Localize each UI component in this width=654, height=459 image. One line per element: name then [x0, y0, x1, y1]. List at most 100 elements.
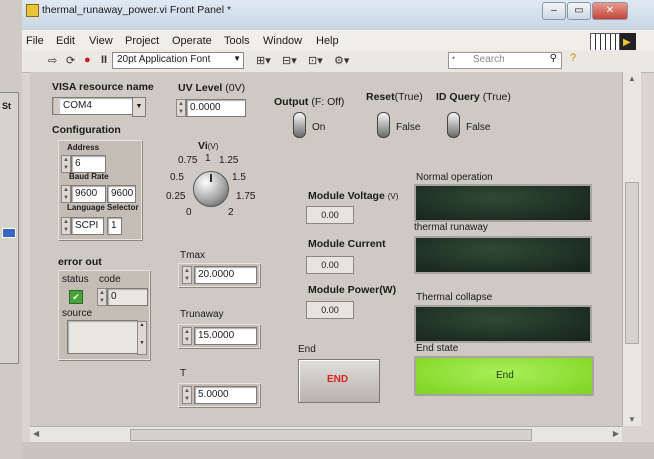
- knob-tick-05: 0.5: [170, 172, 184, 183]
- menu-edit[interactable]: Edit: [56, 35, 75, 47]
- scroll-up-icon[interactable]: ▲: [628, 74, 636, 83]
- tmax-spinner[interactable]: ▲ ▼: [182, 266, 192, 284]
- end-button-label: End: [298, 344, 316, 355]
- code-spinner: ▲ ▼: [97, 288, 107, 306]
- end-state-led: End: [414, 356, 594, 396]
- module-current-label: Module Current: [308, 238, 386, 250]
- close-button[interactable]: ✕: [592, 2, 628, 20]
- visa-resource-field[interactable]: COM4: [52, 97, 137, 115]
- visa-dropdown-button[interactable]: ▼: [132, 97, 146, 117]
- horizontal-scroll-thumb[interactable]: [130, 429, 532, 441]
- t-control: ▲ ▼ 5.0000: [178, 383, 260, 407]
- horizontal-scrollbar[interactable]: ◀ ▶: [30, 426, 622, 443]
- chevron-down-icon: ▼: [233, 54, 241, 63]
- search-bullet: •: [452, 53, 456, 63]
- source-scrollbar[interactable]: ▲ ▼: [137, 321, 147, 355]
- t-field[interactable]: 5.0000: [194, 386, 257, 404]
- scroll-left-icon[interactable]: ◀: [33, 429, 39, 438]
- search-input[interactable]: • Search ⚲: [448, 52, 562, 69]
- trunaway-spinner[interactable]: ▲ ▼: [182, 327, 192, 345]
- code-label: code: [99, 274, 121, 285]
- knob-tick-15: 1.5: [232, 172, 246, 183]
- configuration-cluster: Address ▲ ▼ 6 Baud Rate ▲ ▼ 9600 9600 Lang…: [58, 140, 142, 240]
- knob-tick-1: 1: [205, 153, 211, 164]
- vi-icon: [26, 4, 39, 17]
- thermal-collapse-led: [414, 305, 592, 343]
- abort-icon[interactable]: ●: [84, 54, 91, 66]
- language-label: Language: [67, 203, 105, 212]
- minimize-button[interactable]: –: [542, 2, 566, 20]
- baud-label: Baud Rate: [69, 172, 109, 181]
- selector-label: Selector: [107, 203, 139, 212]
- knob-tick-025: 0.25: [166, 191, 186, 202]
- title-bar[interactable]: thermal_runaway_power.vi Front Panel * –…: [22, 0, 654, 30]
- help-icon[interactable]: ?: [570, 52, 576, 64]
- terminal-icon: [2, 228, 16, 238]
- font-select[interactable]: 20pt Application Font ▼: [112, 52, 244, 69]
- output-toggle[interactable]: [293, 112, 306, 138]
- baud-spinner[interactable]: ▲ ▼: [61, 185, 71, 203]
- language-field[interactable]: SCPI: [71, 217, 104, 235]
- menu-operate[interactable]: Operate: [172, 35, 212, 47]
- language-spinner[interactable]: ▲ ▼: [61, 217, 71, 235]
- menu-project[interactable]: Project: [125, 35, 159, 47]
- knob-tick-125: 1.25: [219, 155, 239, 166]
- vi-knob[interactable]: [193, 171, 229, 207]
- resize-objects-icon[interactable]: ⊡▾: [308, 54, 323, 67]
- address-spinner[interactable]: ▲ ▼: [61, 155, 71, 173]
- source-field: [67, 320, 138, 354]
- pause-icon[interactable]: II: [101, 54, 107, 66]
- source-label: source: [62, 308, 93, 319]
- address-field[interactable]: 6: [71, 155, 106, 173]
- visa-io-icon: [54, 98, 60, 114]
- scroll-down-icon[interactable]: ▼: [628, 415, 636, 424]
- thermal-runaway-label: thermal runaway: [414, 222, 488, 233]
- t-spinner[interactable]: ▲ ▼: [182, 386, 192, 404]
- maximize-button[interactable]: ▭: [567, 2, 591, 20]
- id-query-toggle[interactable]: [447, 112, 460, 138]
- knob-tick-2: 2: [228, 207, 234, 218]
- configuration-label: Configuration: [52, 124, 121, 136]
- trunaway-label: Trunaway: [180, 309, 224, 320]
- vertical-scroll-thumb[interactable]: [625, 182, 639, 344]
- tmax-field[interactable]: 20.0000: [194, 266, 257, 284]
- module-voltage-indicator: 0.00: [306, 206, 354, 224]
- reset-label: Reset(True): [366, 91, 423, 103]
- menu-window[interactable]: Window: [263, 35, 302, 47]
- window-bottom-edge: [22, 442, 654, 459]
- distribute-objects-icon[interactable]: ⊟▾: [282, 54, 297, 67]
- run-arrow-icon[interactable]: ⇨: [48, 54, 57, 67]
- menu-tools[interactable]: Tools: [224, 35, 250, 47]
- visa-value: COM4: [63, 100, 92, 111]
- baud-field[interactable]: 9600: [71, 185, 106, 203]
- trunaway-field[interactable]: 15.0000: [194, 327, 257, 345]
- selector-field[interactable]: 1: [107, 217, 122, 235]
- scroll-right-icon[interactable]: ▶: [613, 429, 619, 438]
- reorder-icon[interactable]: ⚙▾: [334, 54, 349, 67]
- menu-help[interactable]: Help: [316, 35, 339, 47]
- end-button[interactable]: END: [298, 359, 380, 403]
- error-out-cluster: status code ✔ ▲ ▼ 0 source ▲ ▼: [58, 270, 150, 360]
- tmax-control: ▲ ▼ 20.0000: [178, 263, 260, 287]
- uv-level-field[interactable]: 0.0000: [186, 99, 246, 117]
- module-power-indicator: 0.00: [306, 301, 354, 319]
- module-power-label: Module Power(W): [308, 284, 397, 296]
- uv-level-spinner[interactable]: ▲ ▼: [176, 99, 186, 117]
- run-continuous-icon[interactable]: ⟳: [66, 54, 75, 67]
- menu-file[interactable]: File: [26, 35, 44, 47]
- baud-readout[interactable]: 9600: [107, 185, 136, 203]
- window-title: thermal_runaway_power.vi Front Panel *: [42, 4, 232, 16]
- end-button-text: END: [327, 374, 349, 385]
- error-out-label: error out: [58, 256, 102, 268]
- id-query-state: False: [466, 122, 491, 133]
- align-objects-icon[interactable]: ⊞▾: [256, 54, 271, 67]
- reset-toggle[interactable]: [377, 112, 390, 138]
- vertical-scrollbar[interactable]: ▲ ▼: [622, 72, 641, 426]
- menu-view[interactable]: View: [89, 35, 113, 47]
- vi-label: Vi(V): [198, 140, 219, 152]
- normal-operation-label: Normal operation: [416, 172, 493, 183]
- t-label: T: [180, 368, 187, 379]
- code-field: 0: [107, 288, 148, 306]
- search-icon: ⚲: [549, 53, 557, 64]
- thermal-collapse-label: Thermal collapse: [416, 292, 493, 303]
